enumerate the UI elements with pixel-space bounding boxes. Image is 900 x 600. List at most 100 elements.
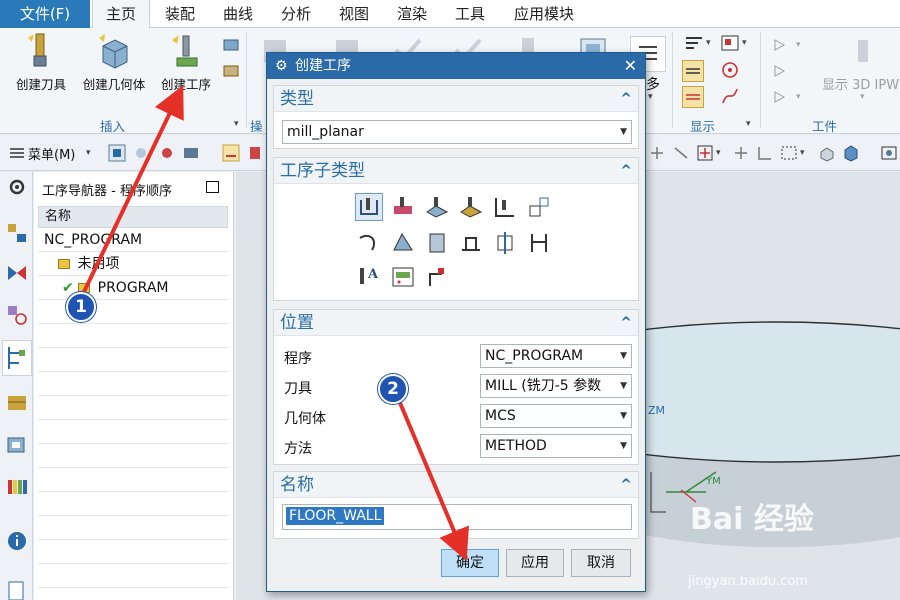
snap-icon[interactable] — [648, 144, 666, 162]
group-display-expand-icon[interactable]: ▾ — [746, 119, 751, 129]
face-milling-manual-subtype-icon[interactable] — [458, 194, 484, 220]
subtype-section-header[interactable]: 工序子类型 ^ — [274, 158, 638, 184]
name-section-header[interactable]: 名称 ^ — [274, 472, 638, 498]
solid-icon[interactable] — [842, 144, 860, 162]
view-icon-3[interactable] — [182, 144, 200, 162]
curve-icon[interactable] — [720, 86, 740, 106]
method-select[interactable]: METHOD ▼ — [480, 434, 632, 458]
menu-button[interactable]: 菜单(M) — [28, 144, 75, 163]
tool-select[interactable]: MILL (铣刀-5 参数 ▼ — [480, 374, 632, 398]
close-icon[interactable]: ✕ — [624, 53, 637, 79]
more-dropdown-icon[interactable]: ▾ — [648, 92, 653, 102]
tab-render[interactable]: 渲染 — [384, 0, 440, 28]
filter-icon[interactable] — [108, 144, 126, 162]
palette-icon[interactable] — [6, 476, 28, 498]
dialog-title-bar[interactable]: ⚙ 创建工序 ✕ — [267, 53, 645, 79]
part-navigator-icon[interactable] — [6, 304, 28, 326]
tab-curve[interactable]: 曲线 — [210, 0, 266, 28]
name-input[interactable]: FLOOR_WALL — [282, 504, 632, 530]
operation-navigator-tab[interactable] — [2, 340, 32, 376]
machine-navigator-icon[interactable] — [6, 392, 28, 414]
tab-analysis[interactable]: 分析 — [268, 0, 324, 28]
tab-tools[interactable]: 工具 — [442, 0, 498, 28]
tool-view-icon[interactable] — [246, 144, 264, 162]
mill-control-subtype-icon[interactable] — [390, 264, 416, 290]
mill-user-subtype-icon[interactable] — [424, 264, 450, 290]
floor-wall-subtype-icon[interactable] — [355, 193, 383, 221]
clearup-corners-subtype-icon[interactable] — [356, 230, 382, 256]
method-label: 方法 — [284, 441, 312, 457]
subtype-section: 工序子类型 ^ A — [273, 157, 639, 301]
create-geometry-icon — [99, 34, 128, 69]
dropdown-arrow-icon[interactable]: ▾ — [742, 38, 747, 48]
dropdown-arrow-icon[interactable]: ▾ — [716, 148, 721, 158]
small-insert-icon-2[interactable] — [222, 62, 240, 80]
create-tool-button[interactable]: 创建刀具 — [10, 32, 72, 93]
info-icon[interactable] — [6, 530, 28, 552]
tab-view[interactable]: 视图 — [326, 0, 382, 28]
type-select[interactable]: mill_planar ▼ — [282, 120, 632, 144]
location-section-header[interactable]: 位置 ^ — [274, 310, 638, 336]
library-icon[interactable] — [6, 434, 28, 456]
collapse-caret-icon[interactable]: ^ — [620, 310, 632, 336]
planar-text-subtype-icon[interactable]: A — [356, 264, 382, 290]
maximize-icon[interactable] — [206, 181, 219, 193]
display-color-icon[interactable] — [720, 34, 740, 52]
view-icon-2[interactable] — [158, 144, 176, 162]
dropdown-arrow-icon[interactable]: ▾ — [706, 38, 711, 48]
tab-applications[interactable]: 应用模块 — [500, 0, 588, 28]
camera-icon[interactable] — [880, 144, 898, 162]
groove-milling-subtype-icon[interactable] — [458, 230, 484, 256]
snap-icon-2[interactable] — [672, 144, 690, 162]
tree-row-program[interactable]: ✔ PROGRAM — [38, 276, 228, 300]
history-icon[interactable] — [6, 580, 28, 600]
small-insert-icon[interactable] — [222, 36, 240, 54]
display-filter-icon[interactable] — [684, 34, 704, 52]
apply-button[interactable]: 应用 — [506, 549, 564, 577]
column-header-name[interactable]: 名称 — [38, 206, 228, 228]
tab-home[interactable]: 主页 — [92, 0, 150, 29]
create-operation-button[interactable]: 创建工序 — [155, 32, 217, 93]
geometry-view-icon[interactable] — [222, 144, 240, 162]
assembly-navigator-icon[interactable] — [6, 222, 28, 244]
ok-button[interactable]: 确定 — [441, 549, 499, 577]
geometry-select[interactable]: MCS ▼ — [480, 404, 632, 428]
group-insert-expand-icon[interactable]: ▾ — [234, 119, 239, 129]
planar-mill-subtype-icon[interactable] — [492, 194, 518, 220]
tree-row-nc-program[interactable]: NC_PROGRAM — [38, 228, 228, 252]
snap-icon-3[interactable] — [696, 144, 714, 162]
target-icon[interactable] — [720, 60, 740, 80]
finish-walls-subtype-icon[interactable] — [390, 230, 416, 256]
snap-icon-5[interactable] — [756, 144, 774, 162]
collapse-caret-icon[interactable]: ^ — [620, 86, 632, 112]
face-milling-subtype-icon[interactable] — [424, 194, 450, 220]
program-select[interactable]: NC_PROGRAM ▼ — [480, 344, 632, 368]
finish-floor-subtype-icon[interactable] — [424, 230, 450, 256]
tree-row-unused[interactable]: 未用项 — [38, 252, 228, 276]
floor-wall-ipw-subtype-icon[interactable] — [390, 194, 416, 220]
constraint-navigator-icon[interactable] — [6, 262, 28, 284]
tab-assembly[interactable]: 装配 — [152, 0, 208, 28]
snap-icon-4[interactable] — [732, 144, 750, 162]
display-toggle-button-2[interactable] — [682, 86, 704, 108]
dropdown-arrow-icon[interactable]: ▾ — [800, 148, 805, 158]
select-box-icon[interactable] — [780, 144, 798, 162]
file-menu[interactable]: 文件(F) — [0, 0, 90, 28]
thread-milling-subtype-icon[interactable] — [526, 230, 552, 256]
cancel-button[interactable]: 取消 — [571, 549, 631, 577]
settings-gear-icon[interactable] — [6, 176, 28, 198]
display-toggle-button[interactable] — [682, 60, 704, 82]
planar-profile-subtype-icon[interactable] — [526, 194, 552, 220]
dialog-gear-icon[interactable]: ⚙ — [275, 53, 288, 79]
shaded-icon[interactable] — [818, 144, 836, 162]
create-geometry-button[interactable]: 创建几何体 — [76, 32, 152, 93]
method-value: METHOD — [485, 438, 547, 454]
hole-milling-subtype-icon[interactable] — [492, 230, 518, 256]
collapse-caret-icon[interactable]: ^ — [620, 472, 632, 498]
geometry-label: 几何体 — [284, 411, 326, 427]
type-section-header[interactable]: 类型 ^ — [274, 86, 638, 112]
collapse-caret-icon[interactable]: ^ — [620, 158, 632, 184]
resource-bar — [0, 172, 33, 600]
view-icon[interactable] — [132, 144, 150, 162]
dropdown-arrow-icon[interactable]: ▾ — [86, 148, 91, 158]
